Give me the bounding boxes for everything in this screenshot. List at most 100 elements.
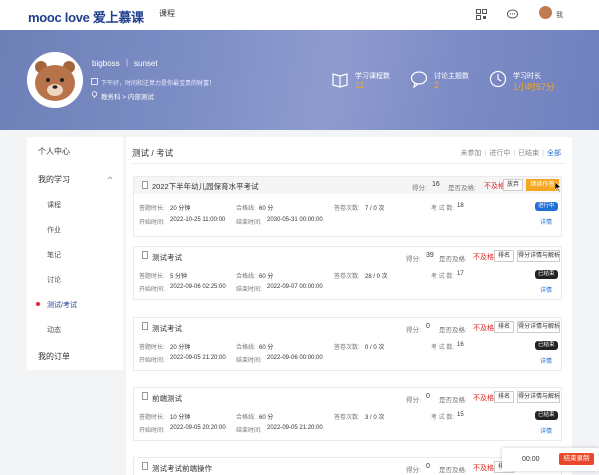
stop-recording-button[interactable]: 结束录制 [559, 453, 594, 465]
detail-link[interactable]: 详情 [540, 217, 552, 226]
top-navigation-bar: mooc love 爱上慕课 课程 我 [0, 0, 599, 30]
profile-department: 教务科 > 内部测试 [101, 94, 154, 101]
mouse-cursor-icon [555, 182, 562, 192]
exam-count-label: 考 试 数: [431, 274, 455, 280]
start-time-label: 开始时间: [139, 287, 165, 293]
document-icon [142, 322, 148, 330]
filter-in-progress[interactable]: 进行中 [489, 150, 510, 157]
detail-link[interactable]: 详情 [540, 356, 552, 365]
user-avatar[interactable] [539, 6, 552, 19]
profile-school: sunset [134, 59, 158, 68]
profile-username: bigboss [92, 59, 120, 68]
duration-value: 10 分钟 [170, 415, 191, 421]
pass-value: 不及格 [473, 395, 494, 402]
exam-card: 测试考试前端操作 得分: 0 是否及格: 不及格 排名 [133, 457, 562, 475]
score-analysis-button[interactable]: 得分详情与解析 [517, 391, 560, 403]
qrcode-icon[interactable] [476, 9, 487, 20]
score-value: 16 [432, 181, 440, 188]
score-analysis-button[interactable]: 得分详情与解析 [517, 250, 560, 262]
score-value: 0 [426, 463, 430, 470]
exam-title: 测试考试 [152, 324, 182, 333]
attempts-label: 答卷次数: [334, 206, 360, 212]
profile-banner [0, 30, 599, 130]
attempts-label: 答卷次数: [334, 274, 360, 280]
pass-label: 是否及格: [439, 467, 467, 474]
nav-course-link[interactable]: 课程 [159, 8, 175, 19]
attempts-label: 答卷次数: [334, 345, 360, 351]
sidebar-personal-center[interactable]: 个人中心 [38, 146, 108, 157]
score-value: 0 [426, 393, 430, 400]
profile-avatar [27, 52, 83, 108]
sidebar-item-notes[interactable]: 笔记 [47, 250, 61, 260]
pass-line-value: 60 分 [259, 274, 274, 280]
exam-count-value: 15 [457, 412, 464, 418]
sidebar-my-orders[interactable]: 我的订单 [38, 351, 98, 362]
message-icon[interactable] [507, 9, 518, 20]
stat-duration-value: 1小时57分 [513, 82, 556, 92]
abandon-button[interactable]: 放弃 [503, 179, 523, 191]
detail-link[interactable]: 详情 [540, 285, 552, 294]
exam-count-label: 考 试 数: [431, 415, 455, 421]
sidebar-item-homework[interactable]: 作业 [47, 225, 61, 235]
exam-count-value: 16 [457, 342, 464, 348]
score-analysis-button[interactable]: 得分详情与解析 [517, 321, 560, 333]
end-time-value: 2022-09-05 21:20:00 [267, 425, 323, 431]
pass-line-label: 合格线: [236, 415, 256, 421]
duration-label: 答题时长: [139, 206, 165, 212]
recording-widget: 00:00 结束录制 [502, 448, 599, 471]
attempts-label: 答卷次数: [334, 415, 360, 421]
profile-separator: | [126, 58, 129, 67]
sidebar-item-exam[interactable]: 测试/考试 [47, 300, 77, 310]
exam-count-label: 考 试 数: [431, 345, 455, 351]
sidebar-item-activity[interactable]: 动态 [47, 325, 61, 335]
score-label: 得分: [406, 256, 421, 263]
sidebar-my-learning[interactable]: 我的学习 [38, 174, 98, 185]
exam-title: 测试考试 [152, 253, 182, 262]
start-time-label: 开始时间: [139, 428, 165, 434]
sidebar-item-discussion[interactable]: 讨论 [47, 275, 61, 285]
end-time-label: 结束时间: [236, 220, 262, 226]
main-panel: 测试 / 考试 未参加 | 进行中 | 已结束 | 全部 2022下半年幼儿园保育水平考试 … [126, 137, 572, 475]
pass-label: 是否及格: [448, 185, 476, 192]
recording-time: 00:00 [522, 456, 540, 463]
status-badge: 已结束 [535, 341, 558, 350]
ranking-button[interactable]: 排名 [494, 391, 514, 403]
end-time-value: 2022-09-07 00:00:00 [267, 284, 323, 290]
logo-english: mooc love [28, 10, 90, 25]
sidebar-item-course[interactable]: 课程 [47, 200, 61, 210]
user-menu-label[interactable]: 我 [556, 10, 563, 20]
stat-topics-value: 2 [434, 80, 440, 90]
start-time-value: 2022-09-05 21:20:00 [170, 355, 226, 361]
pass-line-value: 60 分 [259, 206, 274, 212]
exam-title: 2022下半年幼儿园保育水平考试 [152, 182, 259, 191]
duration-value: 5 分钟 [170, 274, 188, 280]
pass-line-value: 60 分 [259, 345, 274, 351]
logo-chinese: 爱上慕课 [92, 10, 144, 25]
exam-count-label: 考 试 数: [431, 206, 455, 212]
duration-label: 答题时长: [139, 274, 165, 280]
location-icon [91, 91, 98, 98]
score-label: 得分: [406, 397, 421, 404]
filter-all[interactable]: 全部 [547, 150, 561, 157]
chevron-up-icon[interactable] [107, 175, 113, 181]
detail-link[interactable]: 详情 [540, 426, 552, 435]
ranking-button[interactable]: 排名 [494, 250, 514, 262]
divider [132, 163, 566, 164]
status-badge: 已结束 [535, 270, 558, 279]
end-time-label: 结束时间: [236, 287, 262, 293]
ranking-button[interactable]: 排名 [494, 321, 514, 333]
filter-not-joined[interactable]: 未参加 [461, 150, 482, 157]
pass-value: 不及格 [473, 325, 494, 332]
pass-value: 不及格 [473, 254, 494, 261]
end-time-value: 2030-05-31 00:00:00 [267, 217, 323, 223]
site-logo[interactable]: mooc love 爱上慕课 [28, 7, 144, 26]
attempts-value: 28 / 0 次 [365, 274, 388, 280]
document-icon [142, 251, 148, 259]
pass-value: 不及格 [473, 465, 494, 472]
book-icon [332, 73, 348, 88]
exam-title: 测试考试前端操作 [152, 464, 212, 473]
status-filters: 未参加 | 进行中 | 已结束 | 全部 [460, 150, 561, 157]
filter-ended[interactable]: 已结束 [518, 150, 539, 157]
edit-icon[interactable] [91, 78, 98, 85]
score-value: 0 [426, 323, 430, 330]
